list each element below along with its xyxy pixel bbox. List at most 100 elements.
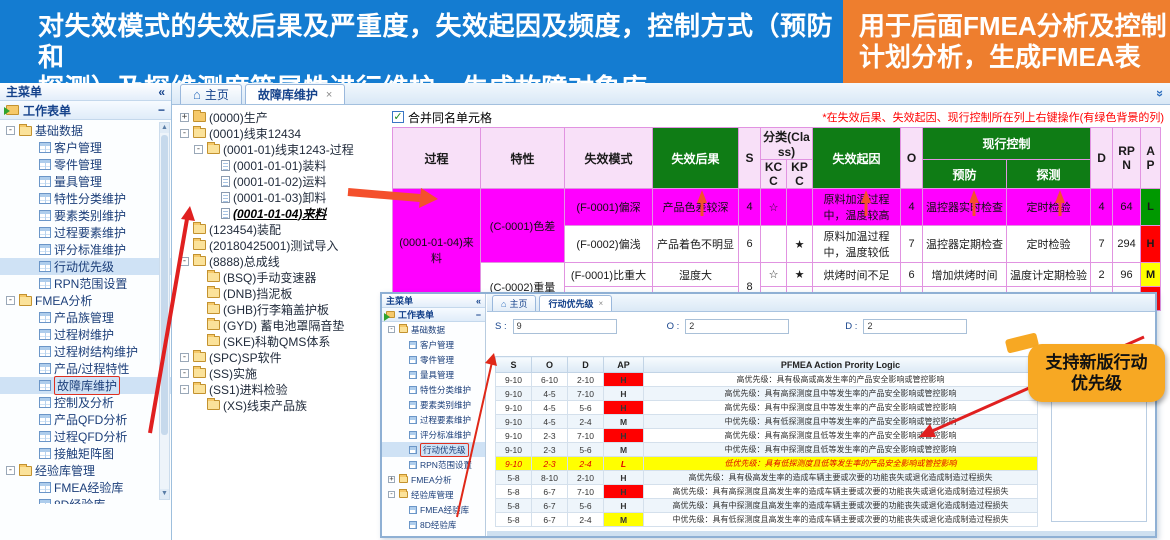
scrollbar-thumb[interactable]: [161, 135, 168, 435]
fmea-cell-d[interactable]: 4: [1091, 189, 1113, 226]
fmea-cell-kpc[interactable]: ★: [787, 263, 813, 287]
sidebar-item[interactable]: 控制及分析: [0, 394, 171, 411]
fmea-cell-cause[interactable]: 烘烤时间不足: [813, 263, 901, 287]
fmea-cell-characteristic[interactable]: (C-0001)色差: [481, 189, 565, 263]
ap-cell-d[interactable]: 7-10: [568, 429, 604, 443]
merge-cells-checkbox[interactable]: ✓: [392, 111, 404, 123]
process-tree-item[interactable]: (0001-01-04)来料: [174, 205, 388, 221]
sidebar-item[interactable]: 故障库维护: [0, 377, 171, 394]
ap-cell-d[interactable]: 7-10: [568, 485, 604, 499]
ap-cell-logic[interactable]: 中优先级：具有中探测度且低等发生率的产品安全影响或管控影响: [644, 443, 1038, 457]
ap-cell-o[interactable]: 6-7: [532, 499, 568, 513]
ap-cell-logic[interactable]: 高优先级：具有极高或高发生率的产品安全影响或管控影响: [644, 373, 1038, 387]
tab-failure-library[interactable]: 故障库维护 ×: [245, 84, 345, 104]
ap-cell-s[interactable]: 9-10: [496, 443, 532, 457]
sidebar-item[interactable]: 零件管理: [0, 156, 171, 173]
fmea-cell-kpc[interactable]: ★: [787, 226, 813, 263]
ap-cell-logic[interactable]: 高优先级：具有高探测度且中等发生率的产品安全影响或管控影响: [644, 387, 1038, 401]
ap-cell-logic[interactable]: 中优先级：具有低探测度且高发生率的造成车辆主要或次要的功能丧失或退化造成制造过程…: [644, 513, 1038, 527]
ap-cell-rating[interactable]: M: [604, 443, 644, 457]
expand-toggle-icon[interactable]: -: [6, 466, 15, 475]
subwindow-tree-item[interactable]: -基础数据: [382, 322, 485, 337]
fmea-cell-effect[interactable]: 产品色差较深: [653, 189, 739, 226]
ap-cell-d[interactable]: 2-4: [568, 457, 604, 471]
ap-cell-d[interactable]: 2-4: [568, 415, 604, 429]
tab-close-icon[interactable]: ×: [326, 89, 332, 101]
fmea-cell-prevention[interactable]: 温控器定期检查: [923, 226, 1007, 263]
sidebar-item[interactable]: 接触矩阵图: [0, 445, 171, 462]
severity-input[interactable]: [513, 319, 617, 334]
process-tree-item[interactable]: (20180425001)测试导入: [174, 237, 388, 253]
sidebar-item[interactable]: 要素类别维护: [0, 207, 171, 224]
process-tree-item[interactable]: -(SPC)SP软件: [174, 349, 388, 365]
process-tree-item[interactable]: (DNB)挡泥板: [174, 285, 388, 301]
subwindow-tree-item[interactable]: -经验库管理: [382, 487, 485, 502]
ap-cell-d[interactable]: 7-10: [568, 387, 604, 401]
subwindow-tree-item[interactable]: 零件管理: [382, 352, 485, 367]
sidebar-group-worksheets[interactable]: 工作表单 −: [0, 101, 171, 120]
ap-cell-d[interactable]: 5-6: [568, 499, 604, 513]
fmea-cell-prevention[interactable]: 增加烘烤时间: [923, 263, 1007, 287]
ap-cell-d[interactable]: 2-4: [568, 513, 604, 527]
sidebar-item[interactable]: 行动优先级: [0, 258, 171, 275]
fmea-cell-s[interactable]: 4: [739, 189, 761, 226]
process-tree-item[interactable]: (GYD) 蓄电池罩隔音垫: [174, 317, 388, 333]
ap-cell-rating[interactable]: H: [604, 429, 644, 443]
process-tree-item[interactable]: -(8888)总成线: [174, 253, 388, 269]
process-tree-item[interactable]: -(0001-01)线束1243-过程: [174, 141, 388, 157]
sidebar-item[interactable]: 产品/过程特性: [0, 360, 171, 377]
subwindow-tab-action-priority[interactable]: 行动优先级 ×: [539, 295, 612, 311]
subwindow-tree-item[interactable]: FMEA经验库: [382, 502, 485, 517]
fmea-cell-o[interactable]: 7: [901, 226, 923, 263]
ap-cell-rating[interactable]: M: [604, 415, 644, 429]
fmea-cell-detection[interactable]: 温度计定期检验: [1007, 263, 1091, 287]
process-tree-item[interactable]: (123454)装配: [174, 221, 388, 237]
sidebar-item[interactable]: 产品QFD分析: [0, 411, 171, 428]
detection-input[interactable]: [863, 319, 967, 334]
fmea-cell-kcc[interactable]: ☆: [761, 263, 787, 287]
fmea-cell-mode[interactable]: (F-0001)比重大: [565, 263, 653, 287]
ap-cell-logic[interactable]: 高优先级：具有中探测度且中等发生率的产品安全影响或管控影响: [644, 401, 1038, 415]
ap-cell-o[interactable]: 2-3: [532, 429, 568, 443]
subwindow-tree-item[interactable]: 要素类别维护: [382, 397, 485, 412]
ap-cell-s[interactable]: 5-8: [496, 471, 532, 485]
ap-cell-s[interactable]: 9-10: [496, 457, 532, 471]
fmea-cell-ap[interactable]: L: [1141, 189, 1161, 226]
fmea-cell-rpn[interactable]: 64: [1113, 189, 1141, 226]
subwindow-tree-item[interactable]: RPN范围设置: [382, 457, 485, 472]
fmea-cell-prevention[interactable]: 温控器实时检查: [923, 189, 1007, 226]
ap-cell-s[interactable]: 5-8: [496, 513, 532, 527]
ap-cell-d[interactable]: 5-6: [568, 443, 604, 457]
ap-cell-d[interactable]: 5-6: [568, 401, 604, 415]
group-collapse-icon[interactable]: −: [476, 310, 481, 320]
ap-cell-o[interactable]: 4-5: [532, 401, 568, 415]
sidebar-item[interactable]: 客户管理: [0, 139, 171, 156]
subwindow-tab-home[interactable]: ⌂ 主页: [492, 295, 536, 311]
sidebar-item[interactable]: 量具管理: [0, 173, 171, 190]
expand-toggle-icon[interactable]: +: [388, 476, 395, 483]
subwindow-tree-item[interactable]: 8D经验库: [382, 517, 485, 532]
fmea-cell-rpn[interactable]: 294: [1113, 226, 1141, 263]
ap-cell-s[interactable]: 9-10: [496, 387, 532, 401]
fmea-cell-d[interactable]: 2: [1091, 263, 1113, 287]
fmea-cell-ap[interactable]: H: [1141, 226, 1161, 263]
process-tree-item[interactable]: (XS)线束产品族: [174, 397, 388, 413]
expand-toggle-icon[interactable]: -: [388, 491, 395, 498]
process-tree-item[interactable]: -(0001)线束12434: [174, 125, 388, 141]
expand-toggle-icon[interactable]: -: [180, 369, 189, 378]
ap-cell-o[interactable]: 6-10: [532, 373, 568, 387]
fmea-cell-o[interactable]: 6: [901, 263, 923, 287]
process-tree-item[interactable]: (0001-01-03)卸料: [174, 189, 388, 205]
sidebar-item[interactable]: 产品族管理: [0, 309, 171, 326]
fmea-cell-mode[interactable]: (F-0001)偏深: [565, 189, 653, 226]
subwindow-tree-item[interactable]: 评分标准维护: [382, 427, 485, 442]
sidebar-item[interactable]: -FMEA分析: [0, 292, 171, 309]
fmea-cell-d[interactable]: 7: [1091, 226, 1113, 263]
ap-cell-logic[interactable]: 高优先级：具有中探测度且高发生率的造成车辆主要或次要的功能丧失或退化造成制造过程…: [644, 499, 1038, 513]
sidebar-item[interactable]: -基础数据: [0, 122, 171, 139]
fmea-cell-ap[interactable]: M: [1141, 263, 1161, 287]
fmea-cell-kpc[interactable]: [787, 189, 813, 226]
subwindow-tree-item[interactable]: 客户管理: [382, 337, 485, 352]
sidebar-item[interactable]: 过程树结构维护: [0, 343, 171, 360]
fmea-cell-effect[interactable]: 产品着色不明显: [653, 226, 739, 263]
